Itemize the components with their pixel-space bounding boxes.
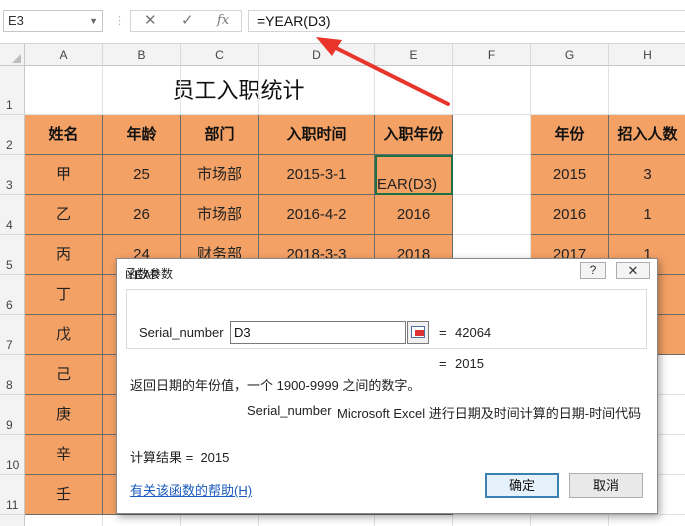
row-number: 11 (6, 498, 19, 512)
serial-number-label: Serial_number (139, 325, 224, 340)
column-header-g[interactable]: G (531, 44, 609, 66)
table-cell[interactable]: 乙 (25, 195, 103, 235)
sheet-title[interactable]: 员工入职统计 (25, 66, 453, 115)
result-value: 2015 (200, 450, 230, 465)
row-number: 7 (6, 338, 13, 352)
collapse-dialog-button[interactable] (407, 321, 429, 344)
row-header-7[interactable]: 7 (0, 315, 25, 355)
select-all-corner[interactable] (0, 44, 25, 66)
result-label: 计算结果 = 2015 (130, 447, 229, 466)
function-help-link[interactable]: 有关该函数的帮助(H) (130, 480, 252, 499)
row-header-10[interactable]: 10 (0, 435, 25, 475)
table-header-cell[interactable]: 入职时间 (259, 115, 375, 155)
column-header-e[interactable]: E (375, 44, 453, 66)
function-name: YEAR (127, 268, 160, 282)
function-arguments-dialog: 函数参数 ? ✕ YEAR Serial_number D3 = 42064 =… (116, 258, 658, 514)
summary-cell[interactable]: 3 (609, 155, 685, 195)
summary-cell[interactable]: 1 (609, 195, 685, 235)
name-box-value: E3 (8, 13, 24, 28)
row-header-6[interactable]: 6 (0, 275, 25, 315)
insert-function-icon[interactable]: fx (217, 11, 229, 31)
row-header-8[interactable]: 8 (0, 355, 25, 395)
table-cell[interactable]: 丙 (25, 235, 103, 275)
row-number: 3 (6, 178, 13, 192)
column-header-c[interactable]: C (181, 44, 259, 66)
argument-description-name: Serial_number (247, 403, 332, 418)
help-icon[interactable]: ? (580, 262, 606, 279)
column-header-h[interactable]: H (609, 44, 685, 66)
confirm-entry-icon[interactable]: ✓ (181, 11, 194, 31)
formula-input[interactable]: =YEAR(D3) (248, 10, 685, 32)
table-cell[interactable]: 26 (103, 195, 181, 235)
function-result: 2015 (455, 356, 484, 371)
table-cell[interactable]: 甲 (25, 155, 103, 195)
row-number: 4 (6, 218, 13, 232)
column-header-b[interactable]: B (103, 44, 181, 66)
row-header-3[interactable]: 3 (0, 155, 25, 195)
table-header-cell[interactable]: 入职年份 (375, 115, 453, 155)
row-number: 1 (6, 98, 13, 112)
row-number: 9 (6, 418, 13, 432)
row-headers: 1 2 3 4 5 6 7 8 9 10 11 (0, 66, 25, 526)
row-header-11[interactable]: 11 (0, 475, 25, 515)
ok-button[interactable]: 确定 (485, 473, 559, 498)
row-header-4[interactable]: 4 (0, 195, 25, 235)
table-cell[interactable]: 壬 (25, 475, 103, 515)
cancel-entry-icon[interactable]: ✕ (144, 11, 157, 31)
formula-bar-grip-icon: ⋮ (114, 15, 125, 27)
table-cell[interactable]: 市场部 (181, 155, 259, 195)
row-header-2[interactable]: 2 (0, 115, 25, 155)
table-header-cell[interactable]: 年龄 (103, 115, 181, 155)
row-header-1[interactable]: 1 (0, 66, 25, 115)
row-number: 5 (6, 258, 13, 272)
table-cell[interactable]: 2015-3-1 (259, 155, 375, 195)
table-header-cell[interactable]: 部门 (181, 115, 259, 155)
function-equals: = (439, 356, 447, 371)
summary-cell[interactable]: 2016 (531, 195, 609, 235)
table-cell[interactable]: 2016-4-2 (259, 195, 375, 235)
row-number: 2 (6, 138, 13, 152)
column-header-f[interactable]: F (453, 44, 531, 66)
row-header-5[interactable]: 5 (0, 235, 25, 275)
arg-equals: = (439, 325, 447, 340)
table-cell[interactable]: 辛 (25, 435, 103, 475)
table-cell[interactable]: 丁 (25, 275, 103, 315)
range-select-marker (415, 330, 424, 336)
table-cell[interactable]: 戊 (25, 315, 103, 355)
column-header-a[interactable]: A (25, 44, 103, 66)
summary-header-cell[interactable]: 招入人数 (609, 115, 685, 155)
formula-bar: E3 ▼ ⋮ ✕ ✓ fx =YEAR(D3) (0, 0, 685, 44)
argument-description: Microsoft Excel 进行日期及时间计算的日期-时间代码 (337, 406, 642, 421)
formula-buttons: ✕ ✓ fx (130, 10, 242, 32)
chevron-down-icon[interactable]: ▼ (89, 11, 98, 31)
row-header-9[interactable]: 9 (0, 395, 25, 435)
arg-result: 42064 (455, 325, 492, 340)
summary-header-cell[interactable]: 年份 (531, 115, 609, 155)
table-header-cell[interactable]: 姓名 (25, 115, 103, 155)
table-cell[interactable]: 2016 (375, 195, 453, 235)
table-cell[interactable]: 市场部 (181, 195, 259, 235)
function-description: 返回日期的年份值，一个 1900-9999 之间的数字。 (130, 378, 421, 393)
summary-cell[interactable]: 2015 (531, 155, 609, 195)
active-cell-e3[interactable]: EAR(D3) (375, 155, 453, 195)
table-cell[interactable]: 己 (25, 355, 103, 395)
table-cell[interactable]: 25 (103, 155, 181, 195)
column-header-d[interactable]: D (259, 44, 375, 66)
table-cell[interactable]: 庚 (25, 395, 103, 435)
column-headers: ABCDEFGH (0, 44, 685, 66)
row-number: 8 (6, 378, 13, 392)
row-number: 6 (6, 298, 13, 312)
row-number: 10 (6, 458, 20, 472)
serial-number-input[interactable]: D3 (230, 321, 406, 344)
cancel-button[interactable]: 取消 (569, 473, 643, 498)
dialog-titlebar[interactable]: 函数参数 ? ✕ (117, 259, 657, 285)
name-box[interactable]: E3 ▼ (3, 10, 103, 32)
close-icon[interactable]: ✕ (616, 262, 650, 279)
result-label-text: 计算结果 = (130, 450, 194, 465)
